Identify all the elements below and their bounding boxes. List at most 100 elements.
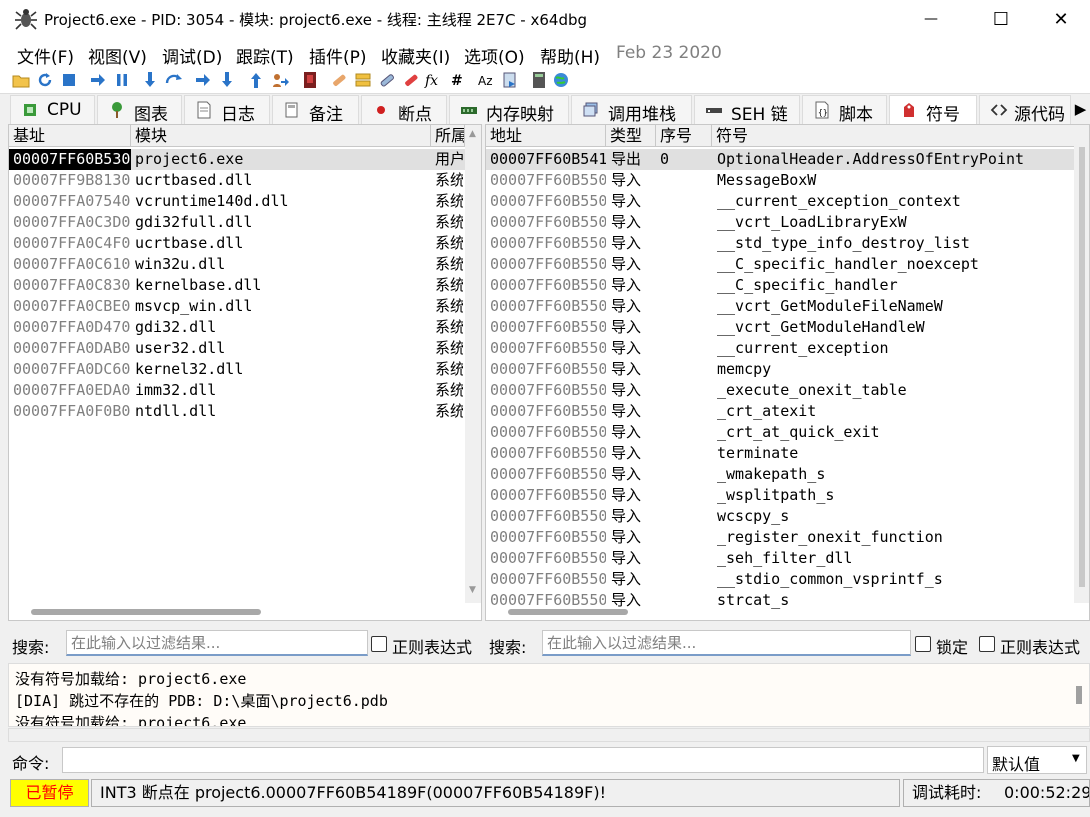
modules-vertical-scrollbar[interactable]: ▲ ▼ — [465, 125, 481, 603]
open-icon[interactable] — [12, 71, 30, 89]
symbol-row[interactable]: 00007FF60B550 导入 _register_onexit_function — [486, 527, 1076, 548]
modules-horizontal-scrollbar[interactable] — [31, 609, 261, 615]
hash-icon[interactable]: # — [448, 71, 466, 89]
symbol-row[interactable]: 00007FF60B550 导入 terminate — [486, 443, 1076, 464]
symbol-row[interactable]: 00007FF60B550 导入 __current_exception — [486, 338, 1076, 359]
module-row[interactable]: 00007FFA0C4F0 ucrtbase.dll 系统 — [9, 233, 465, 254]
pause-icon[interactable] — [113, 71, 131, 89]
lock-checkbox[interactable] — [915, 636, 931, 652]
symbol-row[interactable]: 00007FF60B550 导入 MessageBoxW — [486, 170, 1076, 191]
scroll-up-icon[interactable]: ▲ — [469, 129, 476, 139]
menu-options[interactable]: 选项(O) — [464, 43, 525, 68]
symbol-row[interactable]: 00007FF60B550 导入 _crt_atexit — [486, 401, 1076, 422]
font-icon[interactable]: Az — [477, 71, 495, 89]
column-header-type[interactable]: 类型 — [606, 125, 656, 147]
symbols-vertical-scrollbar[interactable] — [1074, 125, 1089, 603]
module-row[interactable]: 00007FF60B530 project6.exe 用户 — [9, 149, 465, 170]
minimize-button[interactable]: — — [908, 0, 954, 38]
scroll-thumb[interactable] — [1079, 147, 1085, 587]
command-input[interactable] — [62, 747, 984, 773]
symbol-row[interactable]: 00007FF60B550 导入 __vcrt_GetModuleHandleW — [486, 317, 1076, 338]
comment-icon[interactable] — [354, 71, 372, 89]
trace-into-icon[interactable] — [194, 71, 212, 89]
tab-breakpoints[interactable]: 断点 — [361, 95, 447, 125]
tab-source[interactable]: 源代码 — [979, 95, 1071, 125]
module-row[interactable]: 00007FFA07540 vcruntime140d.dll 系统 — [9, 191, 465, 212]
left-regex-checkbox[interactable] — [371, 636, 387, 652]
symbol-row[interactable]: 00007FF60B550 导入 __C_specific_handler — [486, 275, 1076, 296]
menu-file[interactable]: 文件(F) — [17, 43, 74, 68]
module-row[interactable]: 00007FFA0C610 win32u.dll 系统 — [9, 254, 465, 275]
module-row[interactable]: 00007FFA0C830 kernelbase.dll 系统 — [9, 275, 465, 296]
right-search-input[interactable]: 在此输入以过滤结果... — [542, 630, 911, 656]
menu-trace[interactable]: 跟踪(T) — [236, 43, 294, 68]
tab-log[interactable]: 日志 — [184, 95, 270, 125]
symbol-row[interactable]: 00007FF60B550 导入 _seh_filter_dll — [486, 548, 1076, 569]
column-header-party[interactable]: 所属 — [431, 125, 465, 147]
menu-debug[interactable]: 调试(D) — [162, 43, 222, 68]
scroll-down-icon[interactable]: ▼ — [469, 585, 476, 595]
patch-icon[interactable] — [330, 71, 348, 89]
label-icon[interactable] — [378, 71, 396, 89]
stop-icon[interactable] — [60, 71, 78, 89]
execute-till-return-icon[interactable] — [247, 71, 265, 89]
tab-graph[interactable]: 图表 — [97, 95, 182, 125]
tab-memory-map[interactable]: 内存映射 — [449, 95, 569, 125]
symbol-row[interactable]: 00007FF60B550 导入 __C_specific_handler_noex… — [486, 254, 1076, 275]
symbol-row[interactable]: 00007FF60B550 导入 _execute_onexit_table — [486, 380, 1076, 401]
command-type-dropdown[interactable]: 默认值 ▼ — [987, 746, 1087, 774]
symbols-horizontal-scrollbar[interactable] — [508, 609, 628, 615]
menu-view[interactable]: 视图(V) — [88, 43, 147, 68]
log-horizontal-scrollbar[interactable] — [8, 728, 1090, 742]
maximize-button[interactable]: ☐ — [978, 0, 1024, 38]
run-to-user-code-icon[interactable] — [271, 71, 289, 89]
tab-call-stack[interactable]: 调用堆栈 — [571, 95, 692, 125]
symbol-row[interactable]: 00007FF60B541 导出 0 OptionalHeader.AddressOf… — [486, 149, 1076, 170]
tab-scroll-right-button[interactable]: ▶ — [1071, 96, 1090, 124]
symbol-row[interactable]: 00007FF60B550 导入 __vcrt_GetModuleFileNameW — [486, 296, 1076, 317]
strings-icon[interactable] — [501, 71, 519, 89]
trace-over-icon[interactable] — [218, 71, 236, 89]
module-row[interactable]: 00007FFA0DC60 kernel32.dll 系统 — [9, 359, 465, 380]
column-header-module[interactable]: 模块 — [131, 125, 431, 147]
column-header-base[interactable]: 基址 — [9, 125, 131, 147]
module-row[interactable]: 00007FFA0DAB0 user32.dll 系统 — [9, 338, 465, 359]
symbol-row[interactable]: 00007FF60B550 导入 strcat_s — [486, 590, 1076, 611]
column-header-address[interactable]: 地址 — [486, 125, 606, 147]
function-icon[interactable]: fx — [424, 71, 442, 89]
tab-seh-chain[interactable]: SEH 链 — [694, 95, 800, 125]
tab-script[interactable]: {} 脚本 — [802, 95, 887, 125]
left-search-input[interactable]: 在此输入以过滤结果... — [66, 630, 368, 656]
symbol-row[interactable]: 00007FF60B550 导入 __std_type_info_destroy_l… — [486, 233, 1076, 254]
tab-notes[interactable]: 备注 — [272, 95, 359, 125]
right-regex-checkbox[interactable] — [979, 636, 995, 652]
calculator-icon[interactable] — [530, 71, 548, 89]
symbol-row[interactable]: 00007FF60B550 导入 __current_exception_conte… — [486, 191, 1076, 212]
menu-favourites[interactable]: 收藏夹(I) — [381, 43, 450, 68]
symbol-row[interactable]: 00007FF60B550 导入 _wsplitpath_s — [486, 485, 1076, 506]
symbol-row[interactable]: 00007FF60B550 导入 __stdio_common_vsprintf_s — [486, 569, 1076, 590]
menu-help[interactable]: 帮助(H) — [540, 43, 600, 68]
globe-icon[interactable] — [552, 71, 570, 89]
run-icon[interactable] — [89, 71, 107, 89]
scylla-icon[interactable] — [301, 71, 319, 89]
module-row[interactable]: 00007FFA0D470 gdi32.dll 系统 — [9, 317, 465, 338]
bookmark-icon[interactable] — [402, 71, 420, 89]
restart-icon[interactable] — [36, 71, 54, 89]
step-over-icon[interactable] — [165, 71, 183, 89]
step-into-icon[interactable] — [141, 71, 159, 89]
symbol-row[interactable]: 00007FF60B550 导入 memcpy — [486, 359, 1076, 380]
module-row[interactable]: 00007FFA0C3D0 gdi32full.dll 系统 — [9, 212, 465, 233]
column-header-ordinal[interactable]: 序号 — [656, 125, 712, 147]
symbol-row[interactable]: 00007FF60B550 导入 wcscpy_s — [486, 506, 1076, 527]
column-header-symbol[interactable]: 符号 — [712, 125, 1076, 147]
module-row[interactable]: 00007FFA0CBE0 msvcp_win.dll 系统 — [9, 296, 465, 317]
menu-plugins[interactable]: 插件(P) — [309, 43, 367, 68]
log-scroll-thumb[interactable] — [1076, 686, 1082, 704]
tab-symbols[interactable]: 符号 — [889, 95, 977, 125]
tab-cpu[interactable]: CPU — [10, 95, 95, 124]
module-row[interactable]: 00007FFA0EDA0 imm32.dll 系统 — [9, 380, 465, 401]
symbol-row[interactable]: 00007FF60B550 导入 _wmakepath_s — [486, 464, 1076, 485]
close-button[interactable]: ✕ — [1038, 0, 1084, 38]
module-row[interactable]: 00007FFA0F0B0 ntdll.dll 系统 — [9, 401, 465, 422]
